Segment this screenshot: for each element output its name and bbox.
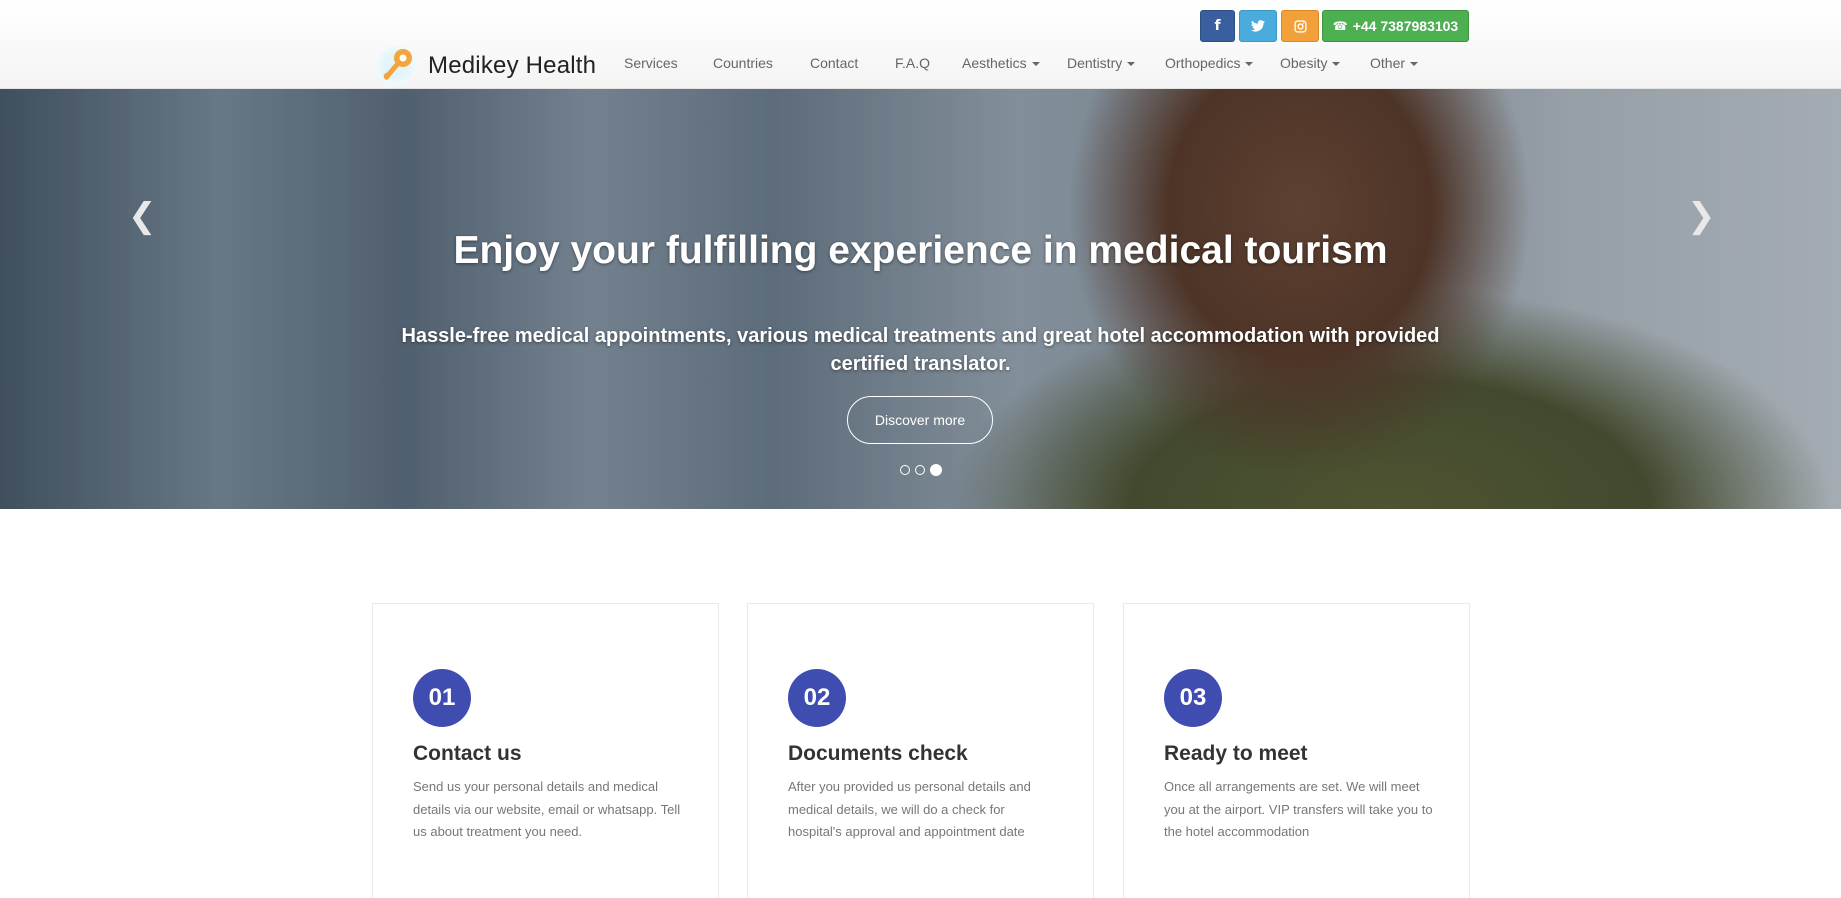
carousel-indicators [900,464,947,476]
discover-more-button[interactable]: Discover more [847,396,993,444]
hero-title: Enjoy your fulfilling experience in medi… [453,229,1388,272]
nav-item-countries[interactable]: Countries [713,55,773,71]
carousel-dot-active[interactable] [930,464,942,476]
phone-icon: ☎ [1332,19,1348,33]
caret-down-icon [1031,62,1040,67]
nav-item-contact[interactable]: Contact [810,55,858,71]
step-title: Contact us [413,742,522,765]
nav-item-faq[interactable]: F.A.Q [895,55,930,71]
key-icon [376,44,418,88]
step-number-badge: 01 [413,669,471,727]
nav-item-orthopedics[interactable]: Orthopedics [1165,55,1254,71]
carousel-dot[interactable] [915,465,925,475]
caret-down-icon [1410,62,1419,67]
caret-down-icon [1332,62,1341,67]
caret-down-icon [1245,62,1254,67]
brand-logo[interactable]: Medikey Health [376,44,596,88]
nav-item-label: Dentistry [1067,55,1123,71]
phone-button[interactable]: ☎ +44 7387983103 [1322,10,1469,42]
carousel-dot[interactable] [900,465,910,475]
hero-overlay [0,89,1841,509]
nav-item-label: Obesity [1280,55,1328,71]
step-title: Ready to meet [1164,742,1308,765]
hero-carousel: ❮ ❯ Enjoy your fulfilling experience in … [0,89,1841,509]
step-number-badge: 02 [788,669,846,727]
facebook-icon: f [1214,18,1221,34]
brand-name: Medikey Health [428,52,597,79]
step-card: 01 Contact us Send us your personal deta… [372,603,719,898]
nav-item-label: Contact [810,55,859,71]
caret-down-icon [1127,62,1136,67]
nav-item-label: Aesthetics [962,55,1027,71]
nav-item-dentistry[interactable]: Dentistry [1067,55,1136,71]
twitter-icon [1251,20,1265,32]
nav-item-label: Orthopedics [1165,55,1241,71]
step-description: Send us your personal details and medica… [413,779,681,839]
nav-item-label: Services [624,55,678,71]
site-header: Medikey Health Services Countries Contac… [0,0,1841,89]
nav-item-label: F.A.Q [895,55,931,71]
nav-item-obesity[interactable]: Obesity [1280,55,1341,71]
step-card: 03 Ready to meet Once all arrangements a… [1123,603,1470,898]
phone-number: +44 7387983103 [1352,18,1459,34]
facebook-button[interactable]: f [1200,10,1235,42]
nav-item-aesthetics[interactable]: Aesthetics [962,55,1040,71]
step-description: Once all arrangements are set. We will m… [1164,779,1433,839]
step-card: 02 Documents check After you provided us… [747,603,1094,898]
step-description: After you provided us personal details a… [788,779,1031,839]
nav-item-other[interactable]: Other [1370,55,1419,71]
step-number-badge: 03 [1164,669,1222,727]
nav-item-label: Countries [713,55,773,71]
nav-item-label: Other [1370,55,1406,71]
twitter-button[interactable] [1239,10,1277,42]
instagram-button[interactable] [1281,10,1319,42]
step-title: Documents check [788,742,968,765]
instagram-icon [1293,19,1307,33]
nav-item-services[interactable]: Services [624,55,678,71]
hero-subtitle: Hassle-free medical appointments, variou… [401,325,1440,375]
